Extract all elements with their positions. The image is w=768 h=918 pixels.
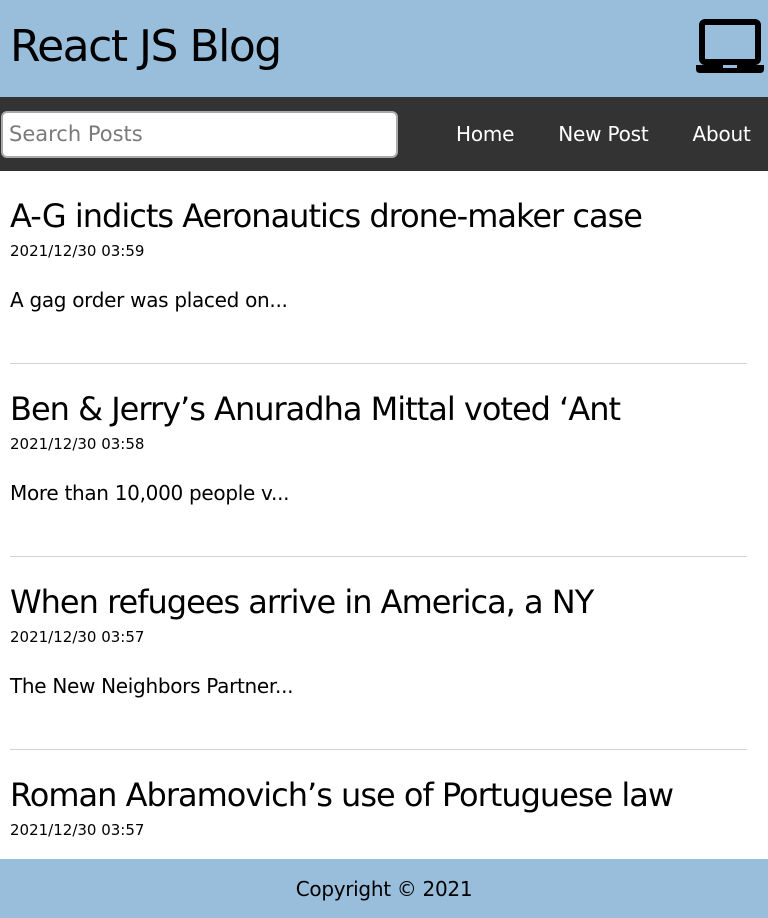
site-title: React JS Blog: [10, 20, 282, 72]
nav-link-about[interactable]: About: [693, 122, 751, 146]
post-item[interactable]: Ben & Jerry’s Anuradha Mittal voted ‘Ant…: [10, 364, 747, 557]
site-footer: Copyright © 2021: [0, 859, 768, 918]
post-title[interactable]: A-G indicts Aeronautics drone-maker case: [10, 198, 747, 234]
nav-item-home: Home: [456, 122, 514, 146]
post-title[interactable]: Ben & Jerry’s Anuradha Mittal voted ‘Ant: [10, 391, 747, 427]
post-title[interactable]: Roman Abramovich’s use of Portuguese law: [10, 777, 747, 813]
nav-link-new-post[interactable]: New Post: [558, 122, 648, 146]
post-feed: A-G indicts Aeronautics drone-maker case…: [0, 171, 768, 859]
nav-link-home[interactable]: Home: [456, 122, 514, 146]
post-datetime: 2021/12/30 03:58: [10, 435, 145, 453]
page: React JS Blog Home New Post About A-G in…: [0, 0, 768, 918]
post-excerpt: A gag order was placed on...: [10, 288, 288, 312]
post-datetime: 2021/12/30 03:59: [10, 242, 145, 260]
post-datetime: 2021/12/30 03:57: [10, 821, 145, 839]
nav-links: Home New Post About: [456, 122, 751, 146]
nav-item-new-post: New Post: [558, 122, 648, 146]
post-item[interactable]: When refugees arrive in America, a NY 20…: [10, 557, 747, 750]
post-excerpt: More than 10,000 people v...: [10, 481, 290, 505]
site-header: React JS Blog: [0, 0, 768, 97]
copyright-text: Copyright © 2021: [295, 876, 473, 901]
post-excerpt: The New Neighbors Partner...: [10, 674, 294, 698]
nav-item-about: About: [693, 122, 751, 146]
post-datetime: 2021/12/30 03:57: [10, 628, 145, 646]
nav-bar: Home New Post About: [0, 97, 768, 171]
post-item[interactable]: A-G indicts Aeronautics drone-maker case…: [10, 171, 747, 364]
post-item[interactable]: Roman Abramovich’s use of Portuguese law…: [10, 750, 747, 859]
laptop-icon: [696, 18, 764, 73]
post-title[interactable]: When refugees arrive in America, a NY: [10, 584, 747, 620]
search-input[interactable]: [1, 110, 398, 158]
